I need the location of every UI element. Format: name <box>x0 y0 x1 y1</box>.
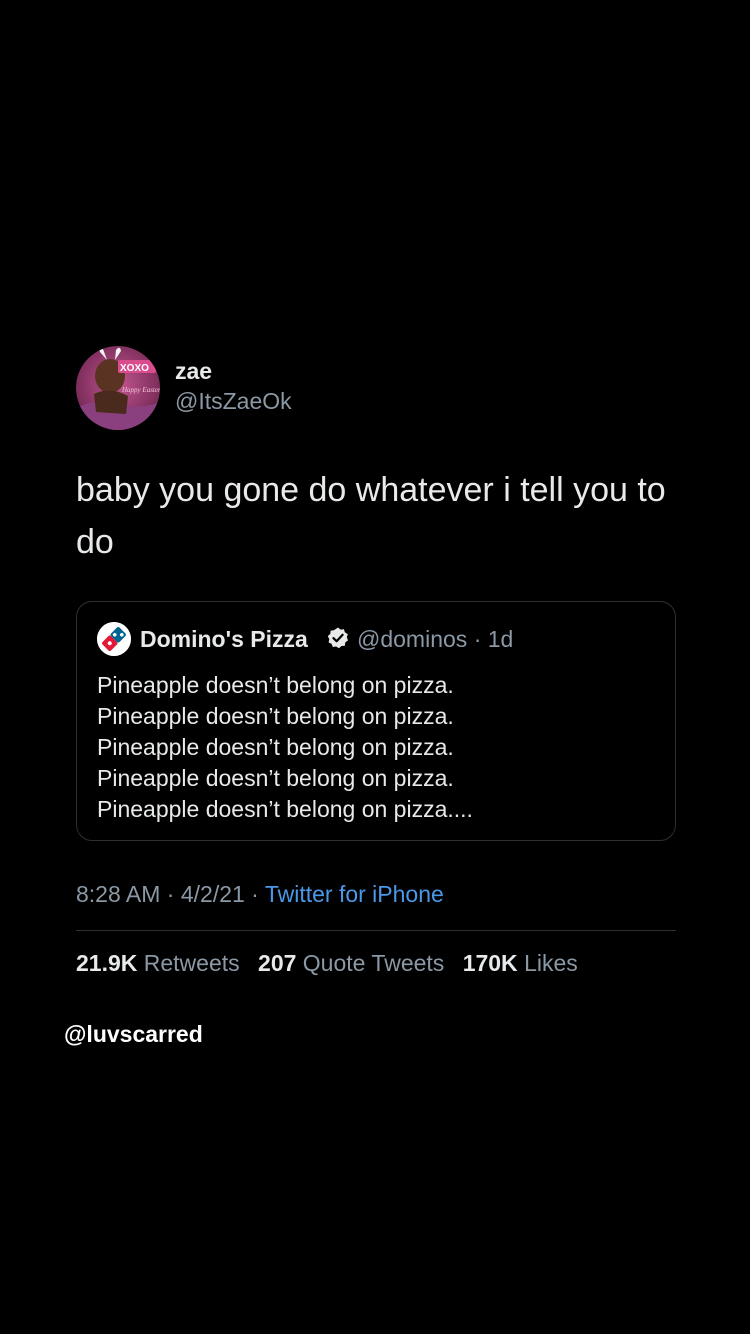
quoted-separator: · <box>473 626 482 652</box>
tweet-date[interactable]: 4/2/21 <box>181 881 245 907</box>
retweets-stat[interactable]: 21.9K Retweets <box>76 950 240 976</box>
quoted-tweet-header: Domino's Pizza @dominos · 1d <box>97 622 657 656</box>
author-name[interactable]: zae <box>175 358 212 384</box>
retweets-count: 21.9K <box>76 950 138 976</box>
quote-tweets-stat[interactable]: 207 Quote Tweets <box>258 950 444 976</box>
quoted-line: Pineapple doesn’t belong on pizza.... <box>97 796 473 822</box>
divider <box>76 930 676 931</box>
verified-badge-icon <box>327 627 348 649</box>
quote-tweets-label: Quote Tweets <box>302 950 445 976</box>
likes-count: 170K <box>462 950 518 976</box>
quoted-tweet-text: Pineapple doesn’t belong on pizza. Pinea… <box>97 670 657 825</box>
meta-separator: · <box>160 881 181 907</box>
tweet-author[interactable]: XOXO Happy Easter zae @ItsZaeOk <box>76 346 676 430</box>
dominos-logo-icon <box>97 622 131 656</box>
retweets-label: Retweets <box>143 950 240 976</box>
quoted-age: 1d <box>487 626 514 652</box>
tweet-text: baby you gone do whatever i tell you to … <box>76 471 666 561</box>
avatar[interactable]: XOXO Happy Easter <box>76 346 160 430</box>
quoted-line: Pineapple doesn’t belong on pizza. <box>97 703 454 729</box>
tweet-source-link[interactable]: Twitter for iPhone <box>265 881 444 907</box>
avatar-easter-text: Happy Easter <box>121 386 160 394</box>
likes-stat[interactable]: 170K Likes <box>463 950 578 976</box>
quote-tweets-count: 207 <box>258 950 297 976</box>
profile-photo-avatar: XOXO Happy Easter <box>76 346 160 430</box>
likes-label: Likes <box>524 950 578 976</box>
quoted-author-handle[interactable]: @dominos · 1d <box>357 626 513 652</box>
meta-separator: · <box>244 881 265 907</box>
tweet-meta: 8:28 AM · 4/2/21 · Twitter for iPhone <box>76 879 444 909</box>
tweet-stats: 21.9K Retweets 207 Quote Tweets 170K Lik… <box>76 948 590 978</box>
avatar-xoxo-text: XOXO <box>120 363 149 374</box>
quoted-line: Pineapple doesn’t belong on pizza. <box>97 734 454 760</box>
watermark: @luvscarred <box>64 1021 203 1047</box>
quoted-line: Pineapple doesn’t belong on pizza. <box>97 672 454 698</box>
tweet-time[interactable]: 8:28 AM <box>76 881 160 907</box>
quoted-author-name[interactable]: Domino's Pizza <box>140 626 308 652</box>
quoted-tweet-card[interactable]: Domino's Pizza @dominos · 1d Pineapple d… <box>76 601 676 841</box>
quoted-line: Pineapple doesn’t belong on pizza. <box>97 765 454 791</box>
author-handle[interactable]: @ItsZaeOk <box>175 387 292 415</box>
quoted-avatar[interactable] <box>97 622 131 656</box>
